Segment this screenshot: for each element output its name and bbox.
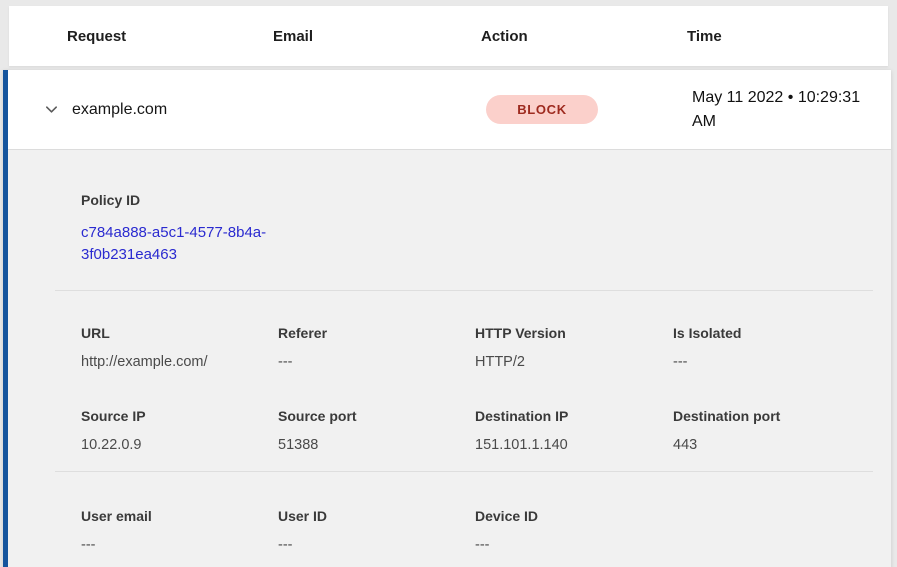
row-action-cell: BLOCK — [486, 95, 692, 124]
row-time-value: May 11 2022 • 10:29:31 AM — [692, 86, 884, 134]
field-destination-port-value: 443 — [673, 437, 873, 453]
column-header-action: Action — [481, 28, 687, 45]
field-url-value: http://example.com/ — [81, 354, 278, 370]
field-destination-ip: Destination IP 151.101.1.140 — [475, 408, 673, 453]
table-row[interactable]: example.com BLOCK May 11 2022 • 10:29:31… — [8, 70, 891, 150]
policy-id-label: Policy ID — [81, 192, 873, 208]
field-source-ip-label: Source IP — [81, 408, 278, 424]
field-device-id-value: --- — [475, 537, 673, 553]
field-referer: Referer --- — [278, 325, 475, 370]
divider — [55, 471, 873, 472]
field-source-ip: Source IP 10.22.0.9 — [81, 408, 278, 453]
field-destination-port-label: Destination port — [673, 408, 873, 424]
field-destination-ip-value: 151.101.1.140 — [475, 437, 673, 453]
field-is-isolated-label: Is Isolated — [673, 325, 873, 341]
expanded-row-card: example.com BLOCK May 11 2022 • 10:29:31… — [3, 70, 891, 567]
log-detail-page: Request Email Action Time example.com BL… — [0, 0, 897, 567]
details-group-user: User email --- User ID --- Device ID --- — [81, 508, 873, 553]
field-destination-port: Destination port 443 — [673, 408, 873, 453]
chevron-down-icon[interactable] — [42, 101, 60, 119]
field-referer-value: --- — [278, 354, 475, 370]
column-header-time: Time — [687, 28, 888, 45]
field-user-id-label: User ID — [278, 508, 475, 524]
field-url-label: URL — [81, 325, 278, 341]
field-user-email-label: User email — [81, 508, 278, 524]
field-user-email: User email --- — [81, 508, 278, 553]
field-referer-label: Referer — [278, 325, 475, 341]
column-header-request: Request — [67, 28, 273, 45]
field-url: URL http://example.com/ — [81, 325, 278, 370]
field-user-id: User ID --- — [278, 508, 475, 553]
field-device-id-label: Device ID — [475, 508, 673, 524]
details-group-http: URL http://example.com/ Referer --- HTTP… — [81, 325, 873, 370]
policy-id-link[interactable]: c784a888-a5c1-4577-8b4a-3f0b231ea463 — [81, 222, 277, 266]
divider — [55, 290, 873, 291]
field-source-port: Source port 51388 — [278, 408, 475, 453]
field-source-port-label: Source port — [278, 408, 475, 424]
table-header: Request Email Action Time — [9, 6, 888, 66]
details-group-network: Source IP 10.22.0.9 Source port 51388 De… — [81, 408, 873, 453]
details-group-user-spacer — [673, 508, 873, 553]
field-source-port-value: 51388 — [278, 437, 475, 453]
details-panel: Policy ID c784a888-a5c1-4577-8b4a-3f0b23… — [8, 150, 891, 567]
field-http-version: HTTP Version HTTP/2 — [475, 325, 673, 370]
row-request-value: example.com — [72, 101, 278, 119]
status-badge: BLOCK — [486, 95, 598, 124]
column-header-email: Email — [273, 28, 481, 45]
field-source-ip-value: 10.22.0.9 — [81, 437, 278, 453]
field-http-version-label: HTTP Version — [475, 325, 673, 341]
field-is-isolated-value: --- — [673, 354, 873, 370]
field-is-isolated: Is Isolated --- — [673, 325, 873, 370]
policy-id-section: Policy ID c784a888-a5c1-4577-8b4a-3f0b23… — [81, 192, 873, 266]
field-user-email-value: --- — [81, 537, 278, 553]
field-destination-ip-label: Destination IP — [475, 408, 673, 424]
field-device-id: Device ID --- — [475, 508, 673, 553]
field-http-version-value: HTTP/2 — [475, 354, 673, 370]
field-user-id-value: --- — [278, 537, 475, 553]
